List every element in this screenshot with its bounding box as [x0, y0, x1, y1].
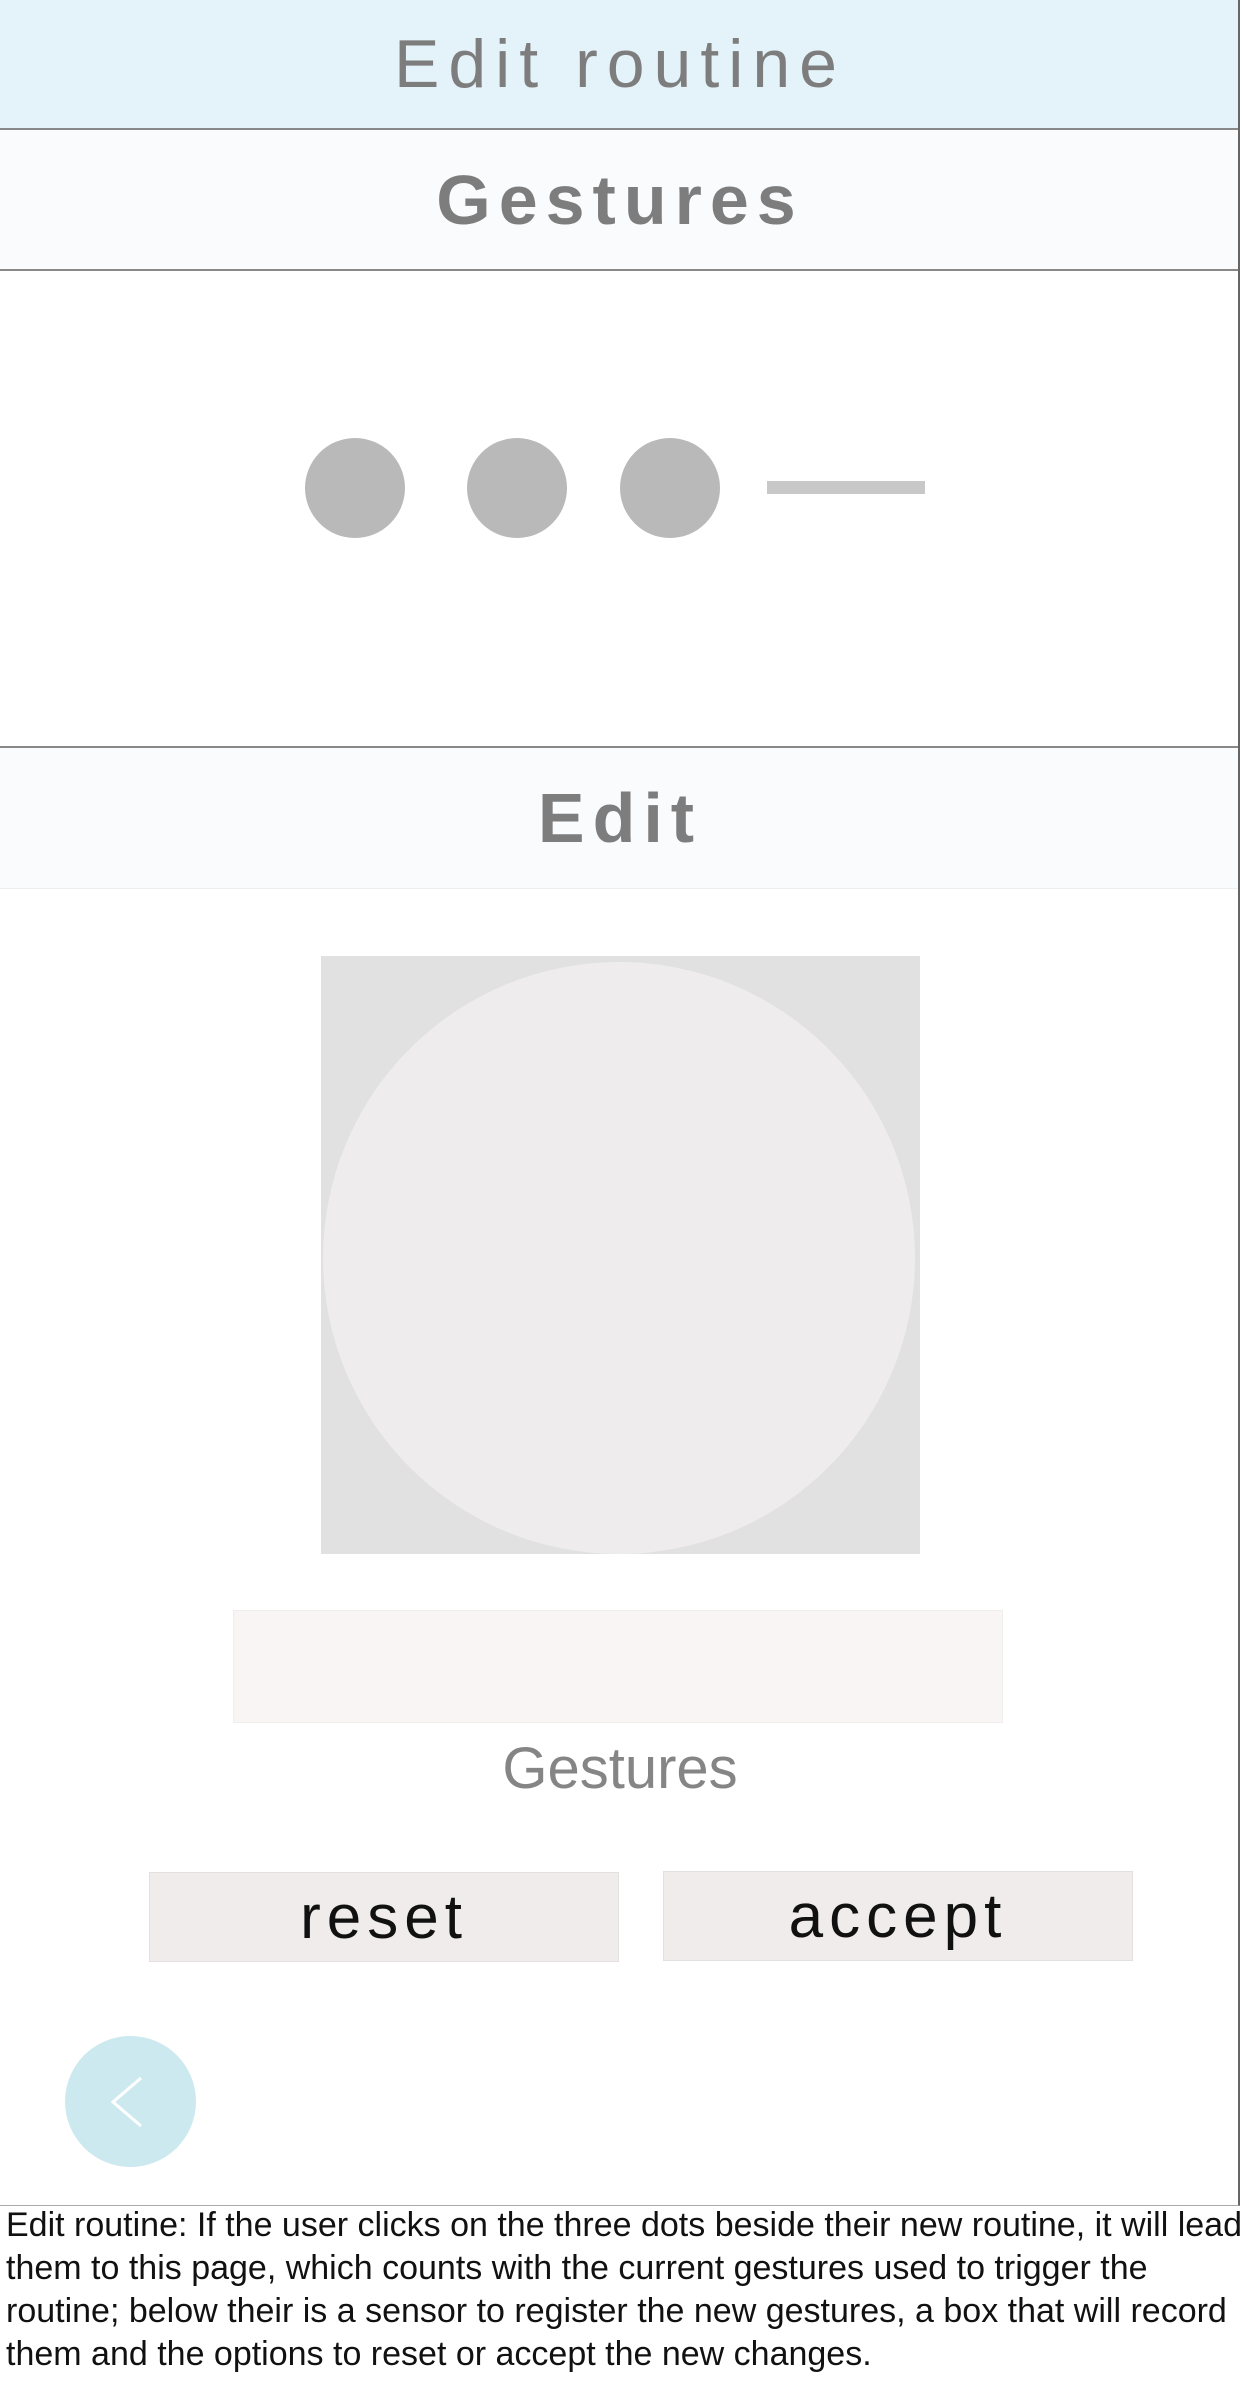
current-gestures-display — [0, 271, 1238, 748]
gesture-record-label: Gestures — [502, 1736, 738, 1801]
dot-icon — [305, 438, 405, 538]
edit-section-header: Edit — [0, 748, 1238, 889]
app-header: Edit routine — [0, 0, 1238, 130]
accept-button[interactable]: accept — [663, 1871, 1133, 1961]
sensor-pad[interactable] — [323, 962, 915, 1554]
dash-icon — [767, 481, 925, 494]
reset-button[interactable]: reset — [149, 1872, 619, 1962]
dot-icon — [620, 438, 720, 538]
gesture-record-box — [233, 1610, 1003, 1723]
dot-icon — [467, 438, 567, 538]
phone-screen: Edit routine Gestures Edit Gestures rese… — [0, 0, 1240, 2206]
description-caption: Edit routine: If the user clicks on the … — [6, 2206, 1242, 2373]
chevron-left-icon — [110, 2076, 142, 2127]
gestures-section-header: Gestures — [0, 130, 1238, 271]
edit-section-title: Edit — [537, 779, 703, 857]
gestures-section-title: Gestures — [436, 160, 804, 239]
gesture-sensor[interactable] — [321, 956, 920, 1554]
back-button[interactable] — [65, 2036, 196, 2167]
page-title: Edit routine — [394, 26, 846, 102]
